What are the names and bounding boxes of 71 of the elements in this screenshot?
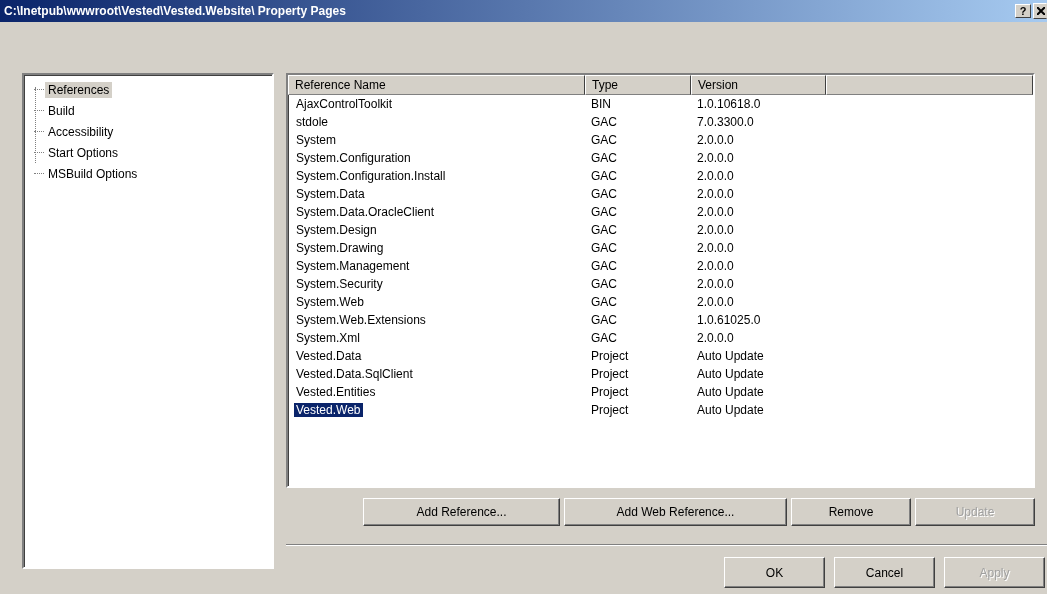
tree-item[interactable]: Start Options xyxy=(45,144,122,161)
table-cell: 2.0.0.0 xyxy=(697,133,734,147)
table-cell: GAC xyxy=(591,223,617,237)
table-cell[interactable]: Vested.Data xyxy=(294,349,364,363)
table-cell: GAC xyxy=(591,277,617,291)
table-cell: GAC xyxy=(591,169,617,183)
table-cell: 2.0.0.0 xyxy=(697,331,734,345)
table-cell: 2.0.0.0 xyxy=(697,205,734,219)
table-cell: 2.0.0.0 xyxy=(697,151,734,165)
table-cell: GAC xyxy=(591,151,617,165)
table-cell: 2.0.0.0 xyxy=(697,259,734,273)
table-cell: GAC xyxy=(591,241,617,255)
table-cell: 1.0.10618.0 xyxy=(697,97,761,111)
table-cell: GAC xyxy=(591,205,617,219)
table-cell: Auto Update xyxy=(697,385,764,399)
table-cell[interactable]: System.Web xyxy=(294,295,366,309)
table-cell: 1.0.61025.0 xyxy=(697,313,761,327)
window-title: C:\Inetpub\wwwroot\Vested\Vested.Website\ Property Pages xyxy=(4,4,347,18)
table-cell: GAC xyxy=(591,313,617,327)
table-cell: GAC xyxy=(591,331,617,345)
table-cell: Auto Update xyxy=(697,367,764,381)
table-cell: GAC xyxy=(591,187,617,201)
table-cell: BIN xyxy=(591,97,611,111)
table-cell: GAC xyxy=(591,259,617,273)
table-cell[interactable]: System.Drawing xyxy=(294,241,386,255)
tree-item[interactable]: MSBuild Options xyxy=(45,165,141,182)
close-icon xyxy=(1037,7,1045,15)
column-header[interactable]: Type xyxy=(585,75,691,95)
table-cell[interactable]: System.Management xyxy=(294,259,412,273)
tree-item[interactable]: References xyxy=(45,81,113,98)
table-cell: GAC xyxy=(591,133,617,147)
tree-item[interactable]: Accessibility xyxy=(45,123,117,140)
table-cell[interactable]: System.Data xyxy=(294,187,367,201)
table-cell[interactable]: AjaxControlToolkit xyxy=(294,97,395,111)
table-cell: Project xyxy=(591,349,629,363)
table-cell[interactable]: System.Configuration xyxy=(294,151,413,165)
table-cell[interactable]: System.Data.OracleClient xyxy=(294,205,437,219)
table-cell[interactable]: System.Configuration.Install xyxy=(294,169,448,183)
table-cell[interactable]: System.Xml xyxy=(294,331,362,345)
table-cell: Project xyxy=(591,403,629,417)
close-button[interactable] xyxy=(1033,3,1047,19)
table-cell[interactable]: Vested.Web xyxy=(294,403,363,417)
help-button[interactable]: ? xyxy=(1015,4,1031,18)
table-cell: 2.0.0.0 xyxy=(697,187,734,201)
table-cell: Auto Update xyxy=(697,349,764,363)
remove-button[interactable]: Remove xyxy=(791,498,911,526)
cancel-button[interactable]: Cancel xyxy=(834,557,935,588)
table-cell: Project xyxy=(591,385,629,399)
table-cell: GAC xyxy=(591,295,617,309)
table-cell[interactable]: System.Web.Extensions xyxy=(294,313,428,327)
table-cell: 2.0.0.0 xyxy=(697,241,734,255)
table-cell[interactable]: System.Design xyxy=(294,223,379,237)
table-cell: Auto Update xyxy=(697,403,764,417)
table-cell: 7.0.3300.0 xyxy=(697,115,754,129)
table-cell: 2.0.0.0 xyxy=(697,169,734,183)
table-cell[interactable]: System xyxy=(294,133,338,147)
tree-item[interactable]: Build xyxy=(45,102,78,119)
table-cell[interactable]: System.Security xyxy=(294,277,385,291)
add-web-reference-button[interactable]: Add Web Reference... xyxy=(564,498,787,526)
column-header[interactable]: Reference Name xyxy=(288,75,585,95)
table-cell[interactable]: stdole xyxy=(294,115,331,129)
add-reference-button[interactable]: Add Reference... xyxy=(363,498,560,526)
column-header[interactable]: Version xyxy=(691,75,826,95)
table-cell[interactable]: Vested.Entities xyxy=(294,385,378,399)
table-cell: 2.0.0.0 xyxy=(697,223,734,237)
table-cell: Project xyxy=(591,367,629,381)
table-cell: 2.0.0.0 xyxy=(697,295,734,309)
table-cell[interactable]: Vested.Data.SqlClient xyxy=(294,367,415,381)
ok-button[interactable]: OK xyxy=(724,557,825,588)
table-cell: GAC xyxy=(591,115,617,129)
table-cell: 2.0.0.0 xyxy=(697,277,734,291)
